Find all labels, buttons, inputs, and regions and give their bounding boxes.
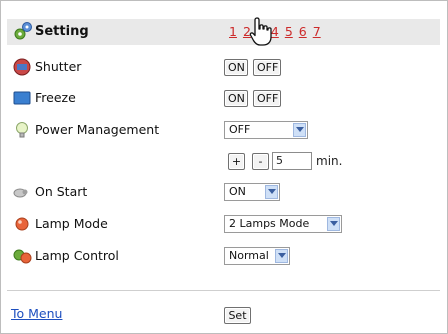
row-freeze: Freeze ON OFF	[7, 87, 440, 109]
freeze-icon	[13, 89, 31, 107]
tab-7[interactable]: 7	[313, 24, 321, 39]
shutter-icon	[13, 58, 31, 76]
chevron-down-icon	[293, 123, 306, 137]
timer-minutes-input[interactable]: 5	[272, 152, 312, 170]
chevron-down-icon	[265, 185, 278, 199]
freeze-label: Freeze	[35, 90, 76, 105]
shutter-label: Shutter	[35, 59, 82, 74]
row-on-start: On Start ON	[7, 181, 440, 203]
footer-divider	[7, 290, 440, 291]
chevron-down-icon	[327, 217, 340, 231]
power-management-value: OFF	[229, 123, 251, 136]
lamp-control-value: Normal	[229, 249, 269, 262]
on-start-select[interactable]: ON	[224, 183, 280, 201]
lamp-mode-select[interactable]: 2 Lamps Mode	[224, 215, 342, 233]
setting-header: Setting 1234567	[7, 19, 440, 45]
row-power-timer: + - 5 min.	[7, 150, 440, 172]
chevron-down-icon	[275, 249, 288, 263]
on-start-value: ON	[229, 185, 246, 198]
page-title: Setting	[35, 24, 89, 39]
set-button[interactable]: Set	[224, 307, 251, 324]
row-lamp-mode: Lamp Mode 2 Lamps Mode	[7, 213, 440, 235]
setting-gear-icon	[13, 21, 32, 40]
on-start-icon	[13, 183, 31, 201]
freeze-on-button[interactable]: ON	[224, 90, 248, 107]
shutter-off-button[interactable]: OFF	[253, 59, 281, 76]
tab-1[interactable]: 1	[229, 24, 237, 39]
lamp-mode-icon	[13, 215, 31, 233]
hand-cursor-icon	[248, 16, 278, 48]
row-lamp-control: Lamp Control Normal	[7, 245, 440, 267]
freeze-off-button[interactable]: OFF	[253, 90, 281, 107]
timer-plus-button[interactable]: +	[228, 153, 245, 170]
shutter-on-button[interactable]: ON	[224, 59, 248, 76]
lamp-mode-value: 2 Lamps Mode	[229, 217, 310, 230]
lamp-control-label: Lamp Control	[35, 248, 119, 263]
lamp-mode-label: Lamp Mode	[35, 216, 108, 231]
timer-unit: min.	[316, 154, 343, 168]
timer-minus-button[interactable]: -	[252, 153, 269, 170]
power-management-label: Power Management	[35, 122, 160, 137]
lamp-control-select[interactable]: Normal	[224, 247, 290, 265]
lightbulb-icon	[13, 121, 31, 139]
power-management-select[interactable]: OFF	[224, 121, 308, 139]
row-power-management: Power Management OFF	[7, 119, 440, 141]
tab-6[interactable]: 6	[299, 24, 307, 39]
to-menu-link[interactable]: To Menu	[11, 306, 62, 321]
on-start-label: On Start	[35, 184, 88, 199]
lamp-control-icon	[13, 247, 32, 265]
tab-5[interactable]: 5	[285, 24, 293, 39]
row-shutter: Shutter ON OFF	[7, 56, 440, 78]
